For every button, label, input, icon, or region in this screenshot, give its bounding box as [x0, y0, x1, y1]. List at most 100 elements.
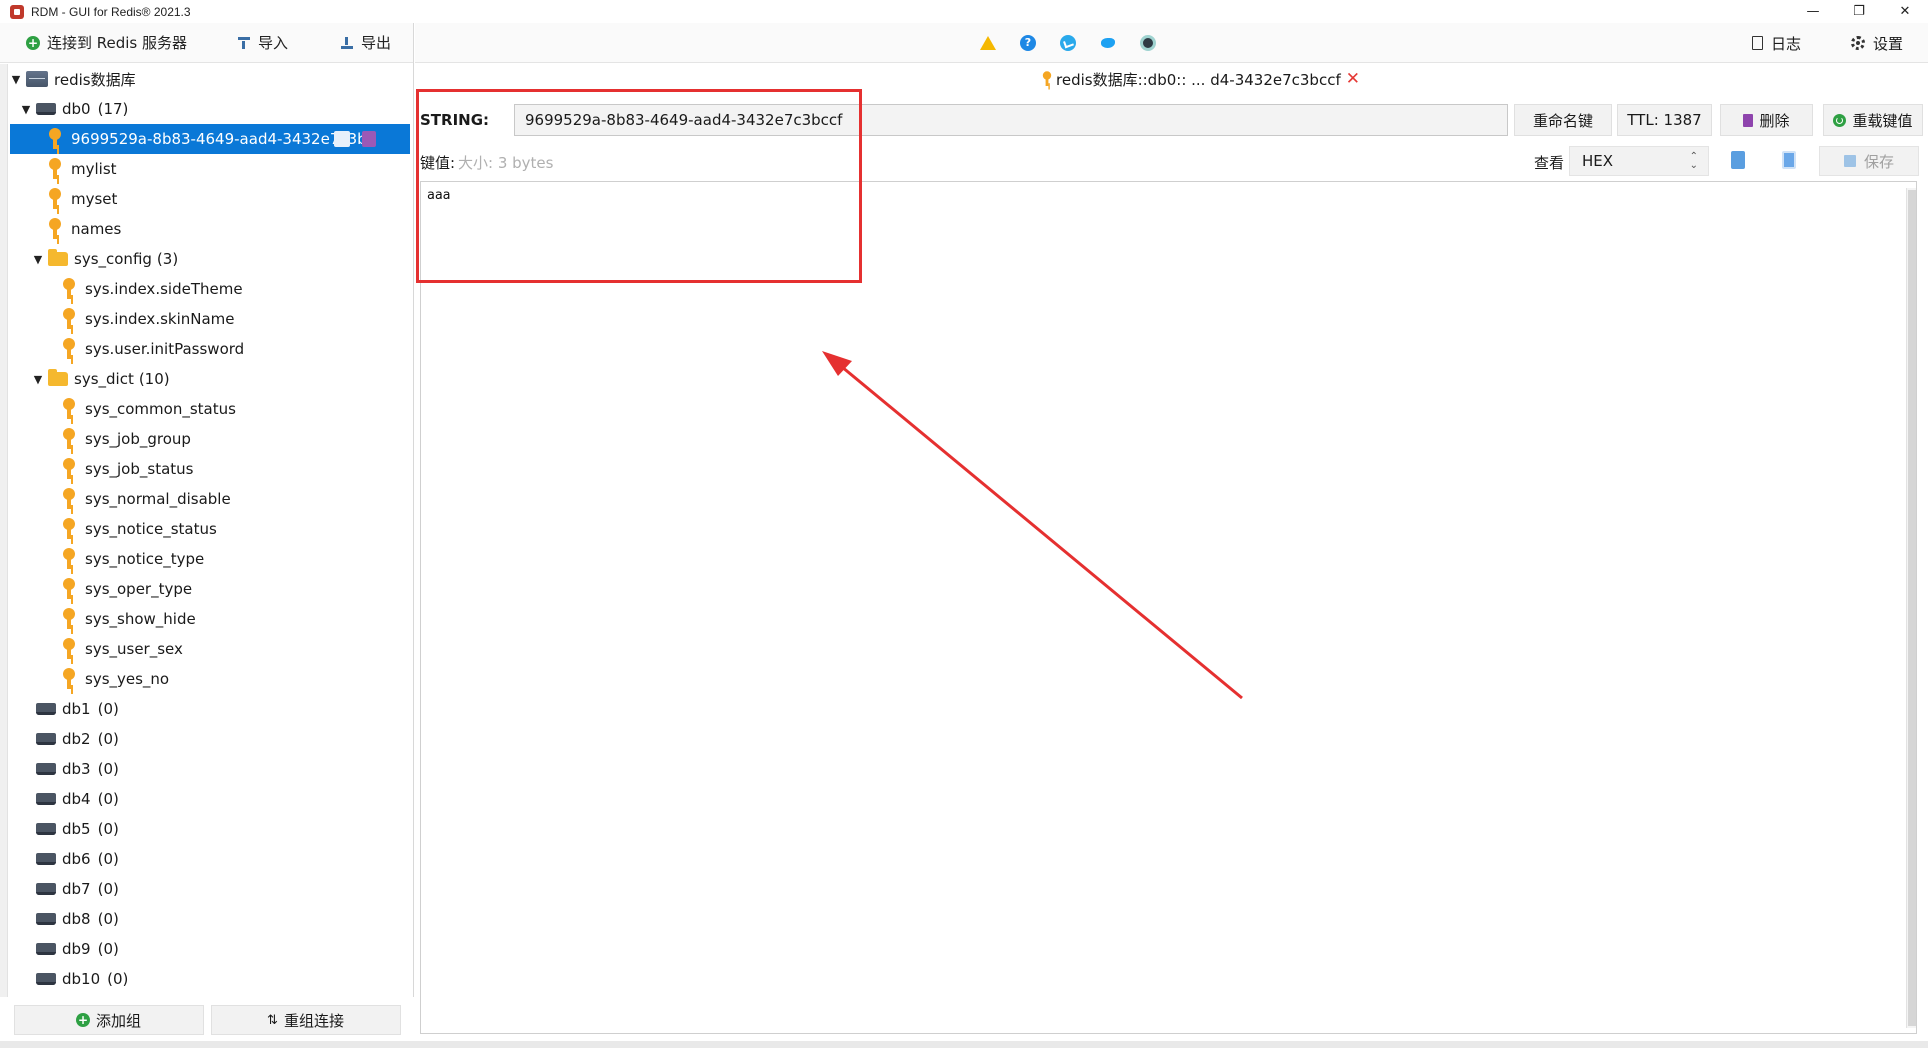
import-icon — [237, 36, 251, 50]
db-count: (0) — [97, 790, 119, 808]
tree-key-row[interactable]: sys_normal_disable — [10, 484, 410, 514]
save-button[interactable]: 保存 — [1819, 146, 1919, 176]
github-icon[interactable] — [1140, 35, 1156, 51]
key-name: sys_common_status — [85, 400, 236, 418]
key-name: myset — [71, 190, 118, 208]
tree-key-row[interactable]: mylist — [10, 154, 410, 184]
db-name: db0 — [62, 100, 91, 118]
delete-key-icon[interactable] — [362, 131, 376, 147]
key-name: sys_job_status — [85, 460, 194, 478]
plus-circle-icon: + — [75, 1013, 90, 1027]
maximize-button[interactable]: ❐ — [1836, 0, 1882, 23]
regroup-connections-button[interactable]: ⇅ 重组连接 — [210, 1005, 401, 1035]
connect-server-button[interactable]: + 连接到 Redis 服务器 — [14, 28, 199, 58]
bottom-strip — [0, 1041, 1928, 1048]
tree-key-row[interactable]: sys_show_hide — [10, 604, 410, 634]
ttl-button[interactable]: TTL: 1387 — [1617, 104, 1712, 136]
tree-key-row[interactable]: myset — [10, 184, 410, 214]
db-count: (0) — [107, 970, 129, 988]
expand-arrow-icon[interactable]: ▼ — [10, 73, 22, 86]
database-icon — [36, 763, 56, 775]
key-icon — [62, 518, 76, 540]
telegram-icon[interactable] — [1060, 35, 1076, 51]
scrollbar-thumb[interactable] — [1908, 190, 1916, 1026]
left-edge-scrollbar[interactable] — [0, 64, 8, 1006]
expand-arrow-icon[interactable]: ▼ — [20, 103, 32, 116]
tree-db-row[interactable]: ▼ db0 (17) — [10, 94, 410, 124]
edit-key-icon[interactable] — [334, 131, 350, 147]
tree-key-row[interactable]: sys_job_group — [10, 424, 410, 454]
key-icon — [62, 338, 76, 360]
connection-tree: ▼ redis数据库 ▼ db0 (17) 9699529a-8b83-4649… — [10, 64, 410, 1006]
tree-server-row[interactable]: ▼ redis数据库 — [10, 64, 410, 94]
tree-key-row[interactable]: sys_notice_type — [10, 544, 410, 574]
log-icon — [1752, 36, 1763, 50]
tree-key-row[interactable]: sys.user.initPassword — [10, 334, 410, 364]
tab-key[interactable]: redis数据库::db0:: ... d4-3432e7c3bccf ✕ — [1040, 68, 1360, 90]
tree-db-row[interactable]: db7 (0) — [10, 874, 410, 904]
tree-key-row[interactable]: sys_job_status — [10, 454, 410, 484]
key-icon — [62, 608, 76, 630]
tree-db-row[interactable]: db4 (0) — [10, 784, 410, 814]
key-icon — [62, 638, 76, 660]
settings-button[interactable]: 设置 — [1851, 29, 1903, 57]
app-logo-icon — [10, 4, 24, 19]
db-count: (0) — [97, 910, 119, 928]
key-name: names — [71, 220, 122, 238]
tree-db-row[interactable]: db6 (0) — [10, 844, 410, 874]
copy-value-icon[interactable] — [1782, 151, 1796, 169]
key-name: sys_yes_no — [85, 670, 170, 688]
minimize-button[interactable]: — — [1790, 0, 1836, 23]
tree-folder-row[interactable]: ▼ sys_dict (10) — [10, 364, 410, 394]
rename-key-button[interactable]: 重命名键 — [1514, 104, 1612, 136]
close-button[interactable]: ✕ — [1882, 0, 1928, 23]
tree-key-row[interactable]: sys_user_sex — [10, 634, 410, 664]
key-name-field[interactable]: 9699529a-8b83-4649-aad4-3432e7c3bccf — [514, 104, 1508, 136]
import-button[interactable]: 导入 — [225, 28, 300, 58]
key-name: sys.index.sideTheme — [85, 280, 243, 298]
tree-db-row[interactable]: db9 (0) — [10, 934, 410, 964]
value-editor[interactable]: aaa — [420, 181, 1917, 1034]
delete-button[interactable]: 删除 — [1720, 104, 1813, 136]
tree-db-row[interactable]: db8 (0) — [10, 904, 410, 934]
tree-key-row[interactable]: sys.index.sideTheme — [10, 274, 410, 304]
add-group-button[interactable]: + 添加组 — [13, 1005, 204, 1035]
tree-key-row[interactable]: sys.index.skinName — [10, 304, 410, 334]
tree-db-row[interactable]: db2 (0) — [10, 724, 410, 754]
db-name: db7 — [62, 880, 91, 898]
tree-key-row[interactable]: sys_yes_no — [10, 664, 410, 694]
tree-folder-row[interactable]: ▼ sys_config (3) — [10, 244, 410, 274]
help-icon[interactable]: ? — [1020, 35, 1036, 51]
database-icon — [36, 703, 56, 715]
close-tab-icon[interactable]: ✕ — [1346, 69, 1360, 89]
expand-arrow-icon[interactable]: ▼ — [32, 373, 44, 386]
reload-value-button[interactable]: 重载键值 — [1823, 104, 1923, 136]
tree-db-row[interactable]: db5 (0) — [10, 814, 410, 844]
reload-label: 重载键值 — [1852, 111, 1913, 130]
tree-db-row[interactable]: db1 (0) — [10, 694, 410, 724]
key-icon — [48, 158, 62, 180]
value-scrollbar[interactable] — [1906, 188, 1916, 1028]
expand-arrow-icon[interactable]: ▼ — [32, 253, 44, 266]
tree-key-row[interactable]: sys_oper_type — [10, 574, 410, 604]
key-icon — [62, 578, 76, 600]
view-format-select[interactable]: HEX ⌃ ⌄ — [1569, 146, 1709, 176]
db-count: (0) — [97, 940, 119, 958]
database-icon — [36, 823, 56, 835]
db-name: db9 — [62, 940, 91, 958]
export-button[interactable]: 导出 — [328, 28, 403, 58]
twitter-icon[interactable] — [1100, 35, 1116, 51]
tree-key-row[interactable]: names — [10, 214, 410, 244]
folder-count: (10) — [138, 370, 170, 388]
tree-db-row[interactable]: db3 (0) — [10, 754, 410, 784]
database-icon — [36, 853, 56, 865]
edit-value-icon[interactable] — [1731, 151, 1745, 169]
tree-db-row[interactable]: db10 (0) — [10, 964, 410, 994]
warning-icon[interactable] — [980, 36, 996, 50]
value-text[interactable]: aaa — [427, 188, 450, 203]
tree-key-row[interactable]: sys_common_status — [10, 394, 410, 424]
tree-key-row[interactable]: sys_notice_status — [10, 514, 410, 544]
tree-key-row-selected[interactable]: 9699529a-8b83-4649-aad4-3432e7c3b — [10, 124, 410, 154]
log-button[interactable]: 日志 — [1752, 29, 1801, 57]
connections-panel: + 连接到 Redis 服务器 导入 导出 ▼ redis数据库 ▼ db0 (… — [0, 23, 414, 1043]
